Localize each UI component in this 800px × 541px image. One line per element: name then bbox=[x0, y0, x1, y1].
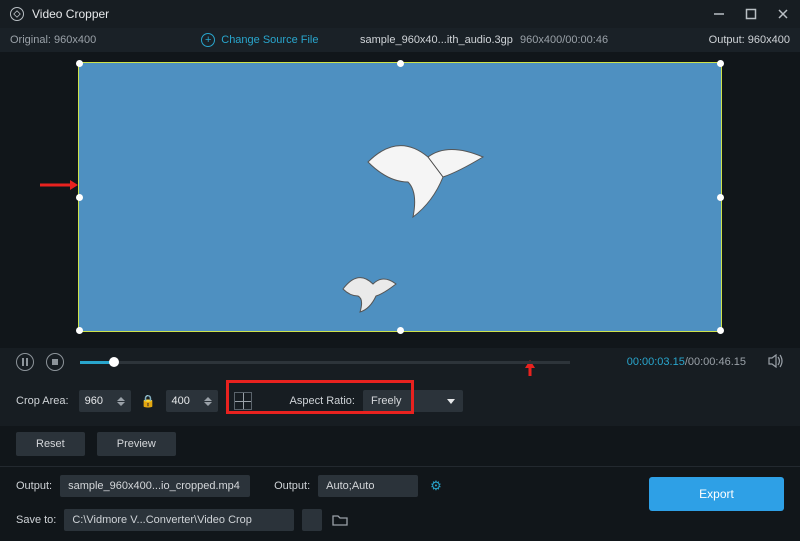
output-format-label: Output: bbox=[274, 480, 310, 492]
save-path-value: C:\Vidmore V...Converter\Video Crop bbox=[72, 514, 252, 526]
aspect-ratio-value: Freely bbox=[371, 395, 402, 407]
crop-buttons-row: Reset Preview bbox=[0, 426, 800, 464]
aspect-ratio-dropdown[interactable]: Freely bbox=[363, 390, 463, 412]
output-format-value: Auto;Auto bbox=[326, 480, 374, 492]
open-folder-icon[interactable] bbox=[330, 509, 350, 531]
crop-height-value: 400 bbox=[172, 395, 198, 407]
crop-settings-row: Crop Area: 960 🔒 400 Aspect Ratio: Freel… bbox=[0, 376, 800, 426]
output-filename-value: sample_960x400...io_cropped.mp4 bbox=[68, 480, 240, 492]
title-bar: Video Cropper bbox=[0, 0, 800, 28]
original-dimensions: 960x400 bbox=[54, 34, 96, 46]
volume-icon[interactable] bbox=[768, 354, 784, 371]
close-button[interactable] bbox=[776, 7, 790, 21]
crop-handle-bottom-left[interactable] bbox=[76, 327, 83, 334]
chevron-down-icon bbox=[447, 399, 455, 404]
crop-handle-top-center[interactable] bbox=[397, 60, 404, 67]
crop-handle-bottom-right[interactable] bbox=[717, 327, 724, 334]
crop-handle-top-left[interactable] bbox=[76, 60, 83, 67]
seek-slider[interactable] bbox=[80, 361, 570, 364]
divider bbox=[0, 466, 800, 467]
info-bar: Original: 960x400 + Change Source File s… bbox=[0, 28, 800, 52]
output-format-field[interactable]: Auto;Auto bbox=[318, 475, 418, 497]
output-settings-gear-icon[interactable]: ⚙ bbox=[430, 478, 442, 494]
save-path-dropdown[interactable] bbox=[302, 509, 322, 531]
crop-handle-top-right[interactable] bbox=[717, 60, 724, 67]
crop-height-input[interactable]: 400 bbox=[166, 390, 218, 412]
annotation-arrow-left-icon bbox=[38, 175, 78, 195]
current-time: 00:00:03.15 bbox=[627, 356, 685, 368]
playback-controls: 00:00:03.15/00:00:46.15 bbox=[0, 348, 800, 376]
preview-area bbox=[0, 52, 800, 348]
app-logo-icon bbox=[10, 7, 24, 21]
video-preview[interactable] bbox=[78, 62, 722, 332]
original-label: Original: bbox=[10, 34, 51, 46]
width-stepper[interactable] bbox=[117, 397, 125, 406]
source-dims-duration: 960x400/00:00:46 bbox=[520, 34, 608, 46]
change-source-label: Change Source File bbox=[221, 34, 318, 46]
crop-frame[interactable] bbox=[78, 62, 722, 332]
output-filename-field[interactable]: sample_960x400...io_cropped.mp4 bbox=[60, 475, 250, 497]
crop-width-input[interactable]: 960 bbox=[79, 390, 131, 412]
total-time: /00:00:46.15 bbox=[685, 356, 746, 368]
time-display: 00:00:03.15/00:00:46.15 bbox=[627, 356, 746, 368]
aspect-ratio-label: Aspect Ratio: bbox=[290, 395, 355, 407]
play-pause-button[interactable] bbox=[16, 353, 34, 371]
crop-area-label: Crop Area: bbox=[16, 395, 69, 407]
center-crop-icon[interactable] bbox=[234, 392, 252, 410]
stop-button[interactable] bbox=[46, 353, 64, 371]
maximize-button[interactable] bbox=[744, 7, 758, 21]
height-stepper[interactable] bbox=[204, 397, 212, 406]
export-button[interactable]: Export bbox=[649, 477, 784, 511]
output-dimensions: Output: 960x400 bbox=[709, 34, 790, 46]
reset-button[interactable]: Reset bbox=[16, 432, 85, 456]
crop-width-value: 960 bbox=[85, 395, 111, 407]
preview-button[interactable]: Preview bbox=[97, 432, 176, 456]
seek-knob[interactable] bbox=[109, 357, 119, 367]
output-file-label: Output: bbox=[16, 480, 52, 492]
change-source-file-button[interactable]: + Change Source File bbox=[201, 33, 318, 47]
save-to-label: Save to: bbox=[16, 514, 56, 526]
lock-aspect-icon[interactable]: 🔒 bbox=[141, 394, 156, 408]
source-filename: sample_960x40...ith_audio.3gp bbox=[360, 34, 513, 46]
crop-handle-left-center[interactable] bbox=[76, 194, 83, 201]
app-title: Video Cropper bbox=[32, 7, 109, 21]
export-label: Export bbox=[699, 487, 734, 501]
minimize-button[interactable] bbox=[712, 7, 726, 21]
crop-handle-bottom-center[interactable] bbox=[397, 327, 404, 334]
plus-circle-icon: + bbox=[201, 33, 215, 47]
save-path-field[interactable]: C:\Vidmore V...Converter\Video Crop bbox=[64, 509, 294, 531]
crop-handle-right-center[interactable] bbox=[717, 194, 724, 201]
aspect-ratio-group: Aspect Ratio: Freely bbox=[280, 386, 473, 416]
